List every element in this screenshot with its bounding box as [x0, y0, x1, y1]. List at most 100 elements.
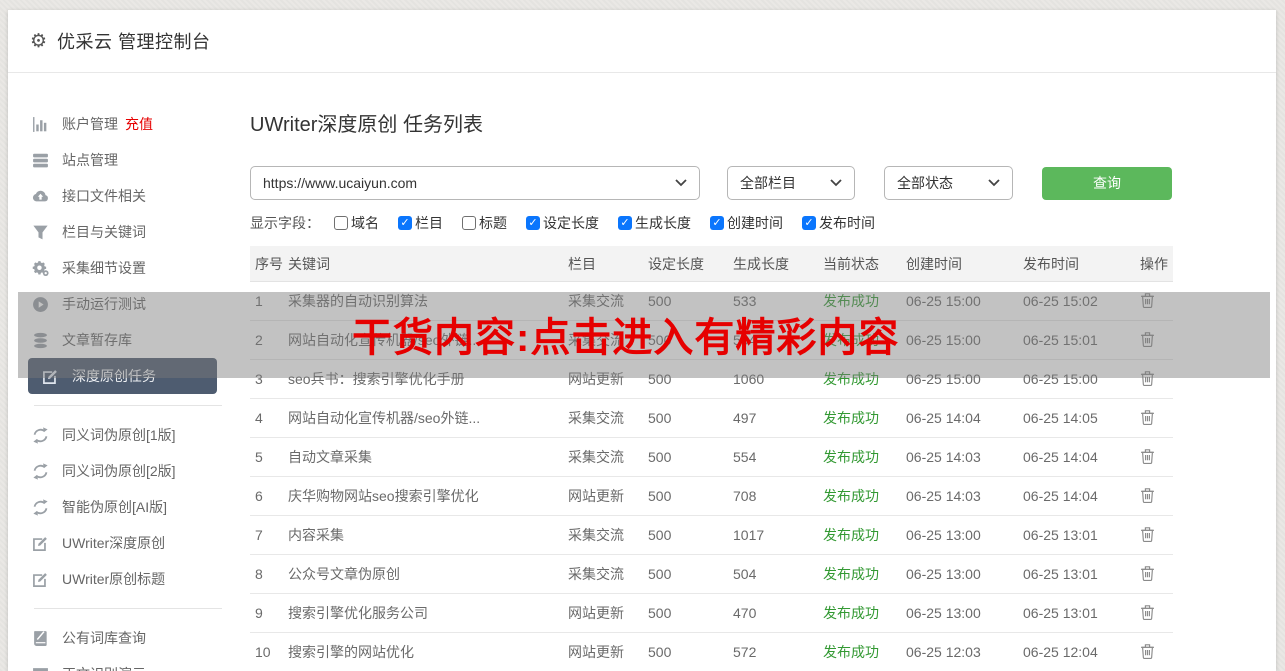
refresh-icon: [32, 427, 49, 444]
cell-status: 发布成功: [821, 564, 904, 584]
gears-icon: [32, 260, 49, 277]
field-checkbox[interactable]: ✓创建时间: [710, 213, 783, 233]
recharge-badge[interactable]: 充值: [125, 114, 153, 134]
funnel-icon: [32, 224, 49, 241]
table-row: 7内容采集采集交流5001017发布成功06-25 13:0006-25 13:…: [250, 516, 1173, 555]
cell-status: 发布成功: [821, 447, 904, 467]
field-checkbox[interactable]: ✓栏目: [398, 213, 443, 233]
sidebar-item[interactable]: 站点管理: [8, 142, 250, 178]
sidebar-item-label: UWriter深度原创: [62, 533, 165, 553]
checkbox-unchecked-icon: [334, 216, 348, 230]
cell-keyword: 自动文章采集: [286, 447, 566, 467]
sidebar-item-label: 账户管理: [62, 114, 118, 134]
status-select-value: 全部状态: [897, 173, 953, 193]
cell-published-time: 06-25 13:01: [1021, 566, 1133, 582]
delete-button[interactable]: [1133, 409, 1173, 428]
refresh-icon: [32, 463, 49, 480]
sidebar-item[interactable]: UWriter深度原创: [8, 525, 250, 561]
cell-gen-length: 1017: [731, 527, 821, 543]
table-row: 8公众号文章伪原创采集交流500504发布成功06-25 13:0006-25 …: [250, 555, 1173, 594]
delete-button[interactable]: [1133, 448, 1173, 467]
cell-keyword: 内容采集: [286, 525, 566, 545]
trash-icon: [1140, 643, 1155, 659]
field-checkbox[interactable]: ✓生成长度: [618, 213, 691, 233]
cell-column: 采集交流: [566, 447, 646, 467]
trash-icon: [1140, 526, 1155, 542]
field-checkbox[interactable]: 域名: [334, 213, 379, 233]
checkbox-checked-icon: ✓: [710, 216, 724, 230]
table-header-cell: 发布时间: [1021, 254, 1133, 274]
edit-icon: [32, 571, 49, 588]
cell-index: 4: [250, 410, 286, 426]
sidebar-item[interactable]: 智能伪原创[AI版]: [8, 489, 250, 525]
cell-set-length: 500: [646, 410, 731, 426]
sidebar-item-label: 同义词伪原创[1版]: [62, 425, 176, 445]
sidebar-divider: [34, 608, 222, 609]
cell-published-time: 06-25 13:01: [1021, 527, 1133, 543]
sidebar-item[interactable]: 同义词伪原创[2版]: [8, 453, 250, 489]
table-header-cell: 栏目: [566, 254, 646, 274]
table-header-cell: 当前状态: [821, 254, 904, 274]
chevron-down-icon: [988, 179, 1000, 187]
cell-gen-length: 572: [731, 644, 821, 660]
sidebar-item[interactable]: 栏目与关键词: [8, 214, 250, 250]
status-select[interactable]: 全部状态: [884, 166, 1013, 200]
column-select-value: 全部栏目: [740, 173, 796, 193]
filter-row: https://www.ucaiyun.com 全部栏目 全部状态 查询: [250, 166, 1276, 200]
cell-index: 9: [250, 605, 286, 621]
field-checkbox[interactable]: ✓发布时间: [802, 213, 875, 233]
site-select-value: https://www.ucaiyun.com: [263, 175, 417, 191]
refresh-icon: [32, 499, 49, 516]
trash-icon: [1140, 487, 1155, 503]
checkbox-checked-icon: ✓: [526, 216, 540, 230]
field-checkbox-group: 域名 ✓栏目标题 ✓设定长度 ✓生成长度 ✓创建时间 ✓发布时间: [334, 213, 894, 233]
book-icon: [32, 630, 49, 647]
sidebar-item-label: 公有词库查询: [62, 628, 146, 648]
cell-created-time: 06-25 13:00: [904, 527, 1021, 543]
delete-button[interactable]: [1133, 643, 1173, 662]
monitor-icon: [32, 666, 49, 671]
cell-set-length: 500: [646, 488, 731, 504]
sidebar-item[interactable]: 正文识别演示: [8, 656, 250, 671]
sidebar-item[interactable]: UWriter原创标题: [8, 561, 250, 597]
table-header-cell: 序号: [250, 254, 286, 274]
field-checkbox[interactable]: ✓设定长度: [526, 213, 599, 233]
field-checkbox[interactable]: 标题: [462, 213, 507, 233]
cell-set-length: 500: [646, 449, 731, 465]
cell-index: 7: [250, 527, 286, 543]
table-row: 6庆华购物网站seo搜索引擎优化网站更新500708发布成功06-25 14:0…: [250, 477, 1173, 516]
checkbox-checked-icon: ✓: [398, 216, 412, 230]
sidebar-item[interactable]: 公有词库查询: [8, 620, 250, 656]
column-select[interactable]: 全部栏目: [727, 166, 855, 200]
top-header: ⚙ 优采云 管理控制台: [8, 10, 1276, 73]
display-fields-label: 显示字段：: [250, 213, 320, 233]
site-select[interactable]: https://www.ucaiyun.com: [250, 166, 700, 200]
delete-button[interactable]: [1133, 487, 1173, 506]
trash-icon: [1140, 565, 1155, 581]
delete-button[interactable]: [1133, 565, 1173, 584]
sidebar-item[interactable]: 采集细节设置: [8, 250, 250, 286]
app-title: 优采云 管理控制台: [57, 28, 211, 54]
sidebar-item[interactable]: 账户管理充值: [8, 106, 250, 142]
display-fields-row: 显示字段： 域名 ✓栏目标题 ✓设定长度 ✓生成长度 ✓创建时间 ✓发布时间: [250, 213, 1276, 233]
cell-gen-length: 470: [731, 605, 821, 621]
cell-column: 采集交流: [566, 525, 646, 545]
cloud-upload-icon: [32, 188, 49, 205]
cell-gen-length: 504: [731, 566, 821, 582]
cell-column: 采集交流: [566, 564, 646, 584]
gear-icon[interactable]: ⚙: [30, 32, 47, 51]
cell-created-time: 06-25 13:00: [904, 566, 1021, 582]
cell-index: 8: [250, 566, 286, 582]
cell-published-time: 06-25 14:04: [1021, 449, 1133, 465]
cell-created-time: 06-25 13:00: [904, 605, 1021, 621]
table-header-cell: 生成长度: [731, 254, 821, 274]
cell-status: 发布成功: [821, 642, 904, 662]
delete-button[interactable]: [1133, 604, 1173, 623]
sidebar-item[interactable]: 同义词伪原创[1版]: [8, 417, 250, 453]
query-button[interactable]: 查询: [1042, 167, 1172, 200]
delete-button[interactable]: [1133, 526, 1173, 545]
cell-created-time: 06-25 14:03: [904, 449, 1021, 465]
table-header-row: 序号关键词栏目设定长度生成长度当前状态创建时间发布时间操作: [250, 246, 1173, 282]
sidebar-item[interactable]: 接口文件相关: [8, 178, 250, 214]
cell-created-time: 06-25 14:03: [904, 488, 1021, 504]
